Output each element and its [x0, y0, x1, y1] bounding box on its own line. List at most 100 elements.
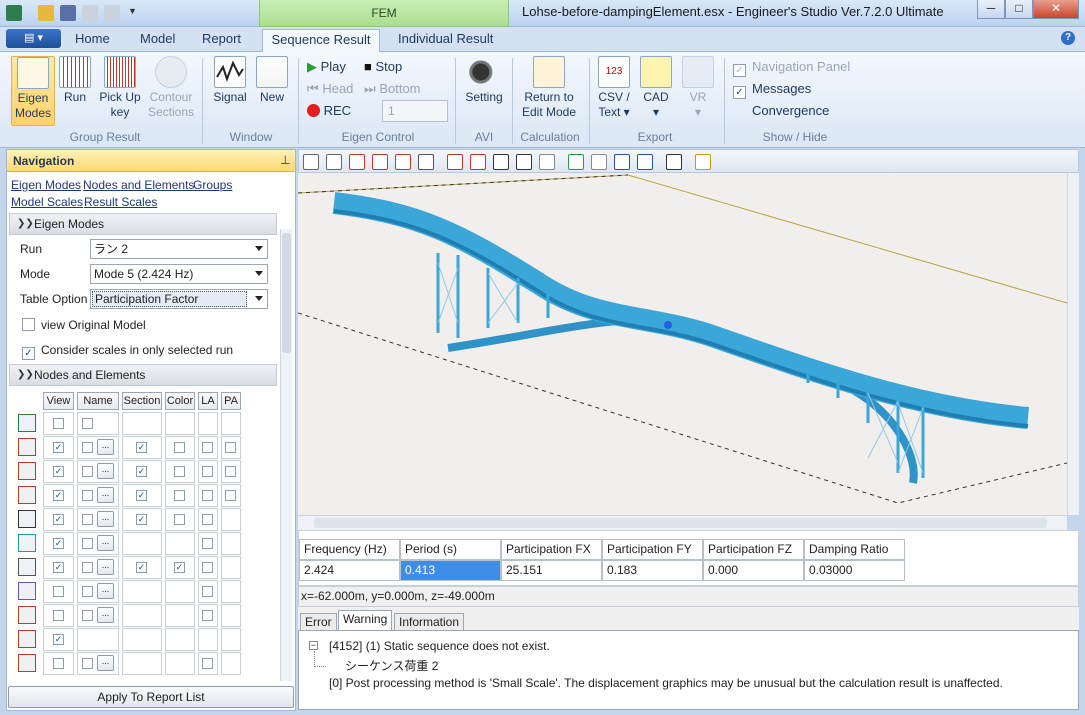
color-checkbox[interactable]: [174, 466, 185, 477]
pin-icon[interactable]: ⊥: [280, 153, 290, 167]
cell-period[interactable]: 0.413: [400, 560, 501, 581]
search-icon[interactable]: [695, 154, 711, 170]
col-la[interactable]: LA: [198, 392, 218, 410]
return-to-edit-mode-button[interactable]: Return to Edit Mode: [518, 56, 580, 126]
view-checkbox[interactable]: ✓: [53, 538, 64, 549]
new-file-icon[interactable]: [38, 5, 54, 21]
view-front-icon[interactable]: [349, 154, 365, 170]
col-pa[interactable]: PA: [221, 392, 241, 410]
name-options-button[interactable]: ...: [97, 511, 114, 527]
consider-scales-row[interactable]: ✓ Consider scales in only selected run: [22, 343, 233, 360]
section-checkbox[interactable]: ✓: [136, 442, 147, 453]
snapshot-icon[interactable]: [614, 154, 630, 170]
name-checkbox[interactable]: [82, 418, 93, 429]
nodes-elements-section-header[interactable]: ❯❯ Nodes and Elements: [9, 364, 277, 386]
la-checkbox[interactable]: [202, 538, 213, 549]
play-button[interactable]: ▶ Play: [307, 59, 346, 75]
section-checkbox[interactable]: ✓: [136, 490, 147, 501]
minimize-button[interactable]: ─: [977, 0, 1005, 19]
color-checkbox[interactable]: ✓: [174, 562, 185, 573]
name-checkbox[interactable]: [82, 442, 93, 453]
cad-button[interactable]: CAD ▾: [638, 56, 674, 126]
view-checkbox[interactable]: [53, 418, 64, 429]
name-options-button[interactable]: ...: [97, 607, 114, 623]
messages-toggle[interactable]: ✓ Messages: [733, 81, 811, 99]
name-options-button[interactable]: ...: [97, 439, 114, 455]
name-options-button[interactable]: ...: [97, 535, 114, 551]
contour-sections-button[interactable]: Contour Sections: [146, 56, 196, 126]
col-view[interactable]: View: [43, 392, 74, 410]
save-icon[interactable]: [60, 5, 76, 21]
col-section[interactable]: Section: [122, 392, 162, 410]
pan-icon[interactable]: [493, 154, 509, 170]
la-checkbox[interactable]: [202, 466, 213, 477]
collapse-tree-icon[interactable]: −: [309, 641, 318, 650]
stop-button[interactable]: ■ Stop: [364, 59, 402, 74]
name-checkbox[interactable]: [82, 538, 93, 549]
cell-damping-ratio[interactable]: 0.03000: [804, 560, 905, 581]
section-checkbox[interactable]: ✓: [136, 466, 147, 477]
link-result-scales[interactable]: Result Scales: [84, 195, 157, 209]
link-groups[interactable]: Groups: [193, 178, 232, 192]
view-original-checkbox[interactable]: [22, 318, 35, 331]
head-button[interactable]: ⏮ Head: [307, 81, 353, 97]
name-checkbox[interactable]: [82, 586, 93, 597]
signal-button[interactable]: Signal: [209, 56, 251, 126]
tab-warning[interactable]: Warning: [338, 610, 393, 631]
scrollbar-thumb[interactable]: [314, 518, 1047, 528]
rotate-icon[interactable]: [516, 154, 532, 170]
qat-dropdown-icon[interactable]: ▼: [128, 6, 137, 16]
redo-icon[interactable]: [104, 5, 120, 21]
name-options-button[interactable]: ...: [97, 487, 114, 503]
pa-checkbox[interactable]: [225, 442, 236, 453]
name-options-button[interactable]: ...: [97, 559, 114, 575]
maximize-button[interactable]: □: [1005, 0, 1033, 19]
name-checkbox[interactable]: [82, 658, 93, 669]
la-checkbox[interactable]: [202, 562, 213, 573]
consider-scales-checkbox[interactable]: ✓: [22, 347, 35, 360]
la-checkbox[interactable]: [202, 514, 213, 525]
pa-checkbox[interactable]: [225, 466, 236, 477]
la-checkbox[interactable]: [202, 586, 213, 597]
la-checkbox[interactable]: [202, 658, 213, 669]
message-line[interactable]: シーケンス荷重 2: [345, 657, 438, 674]
message-line[interactable]: [0] Post processing method is 'Small Sca…: [329, 676, 1003, 690]
view-side-icon[interactable]: [372, 154, 388, 170]
la-checkbox[interactable]: [202, 442, 213, 453]
eigen-modes-section-header[interactable]: ❯❯ Eigen Modes: [9, 213, 277, 235]
section-checkbox[interactable]: ✓: [136, 514, 147, 525]
navigation-scrollbar[interactable]: [280, 229, 292, 681]
select-icon[interactable]: [666, 154, 682, 170]
tab-home[interactable]: Home: [69, 29, 116, 51]
info-icon[interactable]: [637, 154, 653, 170]
la-checkbox[interactable]: [202, 490, 213, 501]
name-checkbox[interactable]: [82, 490, 93, 501]
name-checkbox[interactable]: [82, 610, 93, 621]
cell-participation-fx[interactable]: 25.151: [501, 560, 602, 581]
scrollbar-thumb[interactable]: [282, 233, 291, 353]
tab-model[interactable]: Model: [134, 29, 181, 51]
selected-node[interactable]: [664, 321, 672, 329]
help-icon[interactable]: ?: [1061, 31, 1075, 45]
table-option-select[interactable]: Participation Factor: [90, 289, 268, 309]
bottom-button[interactable]: ⏭ Bottom: [364, 81, 421, 97]
link-eigen-modes[interactable]: Eigen Modes: [11, 178, 81, 192]
link-model-scales[interactable]: Model Scales: [11, 195, 83, 209]
viewport-vertical-scrollbar[interactable]: [1067, 173, 1079, 515]
tab-sequence-result[interactable]: Sequence Result: [262, 29, 380, 53]
name-checkbox[interactable]: [82, 514, 93, 525]
zoom-window-icon[interactable]: [326, 154, 342, 170]
view-checkbox[interactable]: [53, 610, 64, 621]
navigation-panel-checkbox[interactable]: ✓: [733, 64, 746, 77]
link-nodes-elements[interactable]: Nodes and Elements: [83, 178, 194, 192]
app-icon[interactable]: [6, 5, 22, 21]
vr-button[interactable]: VR ▾: [680, 56, 716, 126]
message-line[interactable]: [4152] (1) Static sequence does not exis…: [329, 639, 550, 653]
viewport-horizontal-scrollbar[interactable]: [298, 515, 1067, 530]
messages-checkbox[interactable]: ✓: [733, 86, 746, 99]
view-checkbox[interactable]: ✓: [53, 490, 64, 501]
cell-frequency[interactable]: 2.424: [299, 560, 400, 581]
rec-button[interactable]: REC: [307, 103, 351, 118]
back-icon[interactable]: [568, 154, 584, 170]
view-original-row[interactable]: view Original Model: [22, 318, 146, 332]
